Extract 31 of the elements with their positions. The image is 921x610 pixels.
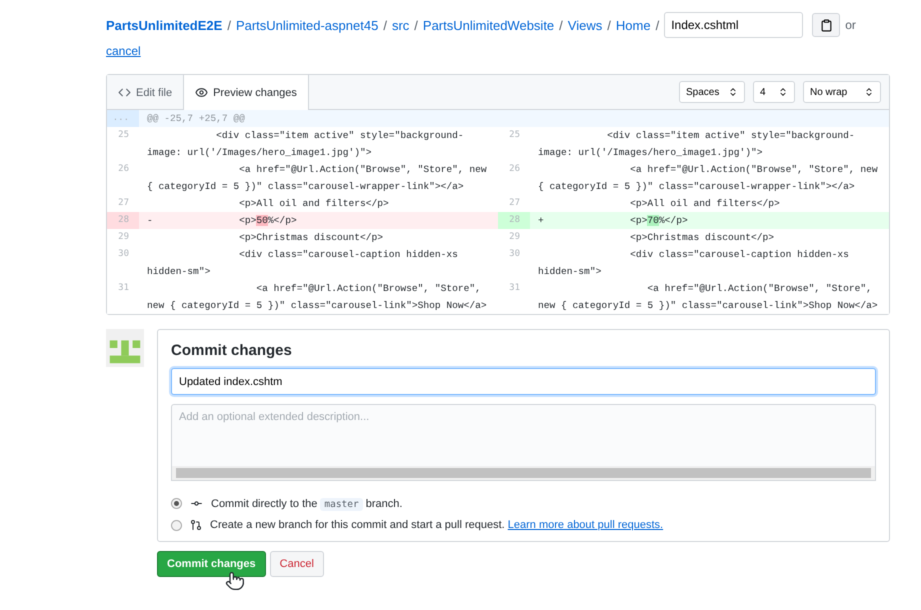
commit-button[interactable]: Commit changes (157, 551, 266, 577)
editor-tab[interactable]: Preview changes (183, 75, 309, 110)
dropdown-select[interactable]: 4 (753, 81, 795, 103)
breadcrumb-separator: / (414, 18, 418, 32)
line-number: 28 (107, 212, 139, 229)
breadcrumb-separator: / (559, 18, 563, 32)
cancel-link[interactable]: cancel (106, 44, 141, 58)
commit-summary-field[interactable]: Updated index.cshtm (171, 368, 876, 395)
help-link[interactable]: Learn more about pull requests. (508, 519, 664, 531)
description-field[interactable]: Add an optional extended description... (171, 404, 876, 466)
breadcrumb-link[interactable]: PartsUnlimitedWebsite (422, 18, 554, 32)
breadcrumb-link[interactable]: Home (616, 18, 651, 32)
commit-heading: Commit changes (171, 342, 293, 359)
breadcrumb-link[interactable]: PartsUnlimited-aspnet45 (236, 18, 378, 32)
cancel-button[interactable]: Cancel (270, 551, 324, 577)
or-text: or (845, 18, 856, 32)
breadcrumb-separator: / (607, 18, 611, 32)
option-label: Create a new branch for this commit and start a pull request. Learn more about pull requests. (210, 519, 664, 531)
breadcrumb-separator: / (383, 18, 387, 32)
breadcrumb-separator: / (656, 18, 660, 32)
breadcrumb-link[interactable]: PartsUnlimitedE2E (106, 18, 222, 32)
line-number: 28 (498, 212, 530, 229)
dropdown-select[interactable]: Spaces (679, 81, 745, 103)
filename-field[interactable]: Index.cshtml (664, 12, 804, 38)
editor-tab[interactable]: Edit file (107, 75, 184, 110)
breadcrumb-link[interactable]: Views (568, 18, 602, 32)
option-label: Commit directly to the master branch. (211, 498, 402, 510)
dropdown-select[interactable]: No wrap (803, 81, 881, 103)
breadcrumb-link[interactable]: src (392, 18, 410, 32)
breadcrumb-separator: / (227, 18, 231, 32)
hunk-header: @@ -25,7 +25,7 @@ (139, 110, 498, 127)
